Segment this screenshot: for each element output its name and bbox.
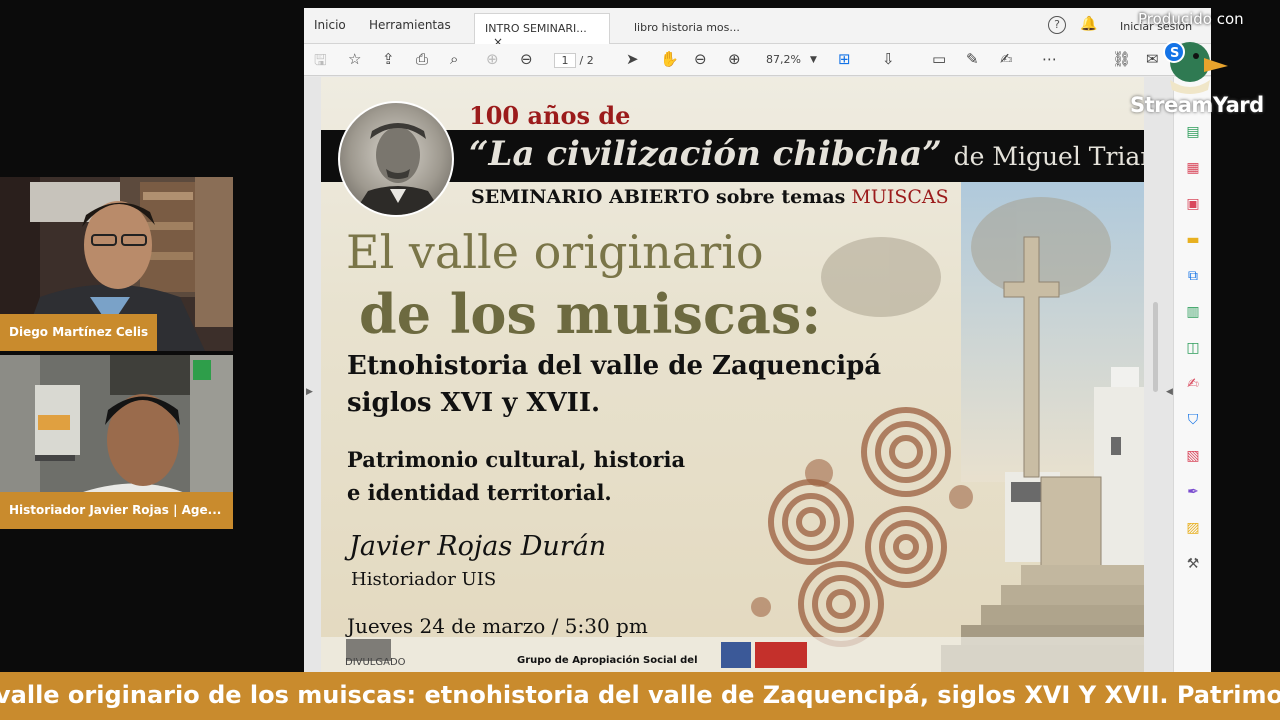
participant-tile-javier: Historiador Javier Rojas | Age...	[0, 355, 233, 529]
hand-tool-icon[interactable]: ✋	[660, 50, 679, 68]
link-icon[interactable]: ⛓	[1112, 50, 1131, 68]
mail-icon[interactable]: ✉	[1146, 50, 1159, 68]
anniversary-text: 100 años de	[469, 101, 631, 130]
star-icon[interactable]: ☆	[348, 50, 361, 68]
seminar-topic: MUISCAS	[851, 186, 949, 208]
upload-icon[interactable]: ⇪	[382, 50, 395, 68]
book-author: de Miguel Triana	[953, 142, 1144, 171]
combine-files-icon[interactable]: ⧉	[1184, 267, 1202, 285]
pdf-viewer-window: Inicio Herramientas INTRO SEMINARI... × …	[304, 8, 1211, 672]
title-line-2: de los muiscas:	[359, 282, 822, 346]
zoom-out-icon[interactable]: ⊖	[694, 50, 707, 68]
fill-sign-icon[interactable]: ✍	[1184, 375, 1202, 393]
scrollbar[interactable]	[1153, 302, 1158, 392]
protect-icon[interactable]: ⛉	[1184, 411, 1202, 429]
tab-intro-seminario[interactable]: INTRO SEMINARI... ×	[474, 13, 610, 49]
left-panel-handle-icon[interactable]: ▶	[306, 387, 313, 397]
participant-tile-diego: Diego Martínez Celis	[0, 177, 233, 351]
menubar: Inicio Herramientas INTRO SEMINARI... × …	[304, 8, 1211, 49]
export-pdf-icon[interactable]: ▤	[1184, 123, 1202, 141]
scan-ocr-icon[interactable]: ◫	[1184, 339, 1202, 357]
zoom-level[interactable]: 87,2%	[766, 53, 801, 66]
streamyard-brand-text: StreamYard	[1130, 93, 1264, 117]
help-icon[interactable]: ?	[1048, 16, 1066, 34]
page-current[interactable]: 1	[554, 53, 576, 68]
subtitle-line-1: Etnohistoria del valle de Zaquencipá	[347, 351, 882, 381]
produced-by-text: Producido con	[1138, 10, 1244, 28]
zoom-dropdown-icon[interactable]: ▼	[810, 55, 817, 65]
book-title: “La civilización chibcha”	[469, 134, 942, 174]
organize-pages-icon[interactable]: ▦	[1184, 159, 1202, 177]
speaker-role: Historiador UIS	[351, 569, 497, 590]
comment-tool-icon[interactable]: ▬	[1184, 231, 1202, 249]
right-panel-handle-icon[interactable]: ◀	[1166, 387, 1173, 397]
pointer-icon[interactable]: ➤	[626, 50, 639, 68]
title-line-1: El valle originario	[346, 225, 764, 279]
book-title-line: “La civilización chibcha” de Miguel Tria…	[469, 134, 1144, 174]
group-text: Grupo de Apropiación Social del	[517, 655, 698, 666]
seminar-prefix: SEMINARIO ABIERTO sobre temas	[471, 186, 846, 208]
theme-line-1: Patrimonio cultural, historia	[347, 447, 686, 472]
subtitle-line-2: siglos XVI y XVII.	[347, 388, 601, 418]
tab-libro-historia[interactable]: libro historia mos...	[624, 13, 764, 44]
page-up-icon[interactable]: ⊕	[486, 50, 499, 68]
theme-line-2: e identidad territorial.	[347, 480, 612, 505]
menu-herramientas[interactable]: Herramientas	[369, 18, 451, 32]
search-icon[interactable]: ⌕	[450, 50, 458, 68]
tab-label: INTRO SEMINARI...	[485, 22, 587, 35]
bell-icon[interactable]: 🔔	[1080, 16, 1097, 32]
compress-pdf-icon[interactable]: ▥	[1184, 303, 1202, 321]
seminar-line: SEMINARIO ABIERTO sobre temas MUISCAS	[471, 186, 949, 208]
sign-icon[interactable]: ✍	[1000, 50, 1013, 68]
toolbar: 🖫 ☆ ⇪ ⎙ ⌕ ⊕ ⊖ 1 / 2 ➤ ✋ ⊖ ⊕ 87,2% ▼ ⊞ ⇩ …	[304, 44, 1211, 76]
ticker-banner: valle originario de los muiscas: etnohis…	[0, 672, 1280, 720]
partial-logo-text: DIVULGADO	[345, 657, 406, 668]
svg-text:S: S	[1170, 46, 1179, 61]
send-review-icon[interactable]: ▨	[1184, 519, 1202, 537]
author-portrait	[338, 101, 454, 217]
comment-icon[interactable]: ▭	[932, 50, 946, 68]
page-number-box[interactable]: 1 / 2	[554, 53, 594, 68]
print-icon[interactable]: ⎙	[416, 50, 428, 68]
page-down-icon[interactable]: ⊖	[520, 50, 533, 68]
menu-inicio[interactable]: Inicio	[314, 18, 346, 32]
more-tools-icon[interactable]: ⚒	[1184, 555, 1202, 573]
document-area[interactable]: ▶ ◀ 100 años de “La civilización chibcha…	[304, 77, 1173, 672]
pen-icon[interactable]: ✎	[966, 50, 979, 68]
redact-icon[interactable]: ▧	[1184, 447, 1202, 465]
page-total: / 2	[579, 54, 594, 67]
speaker-name: Javier Rojas Durán	[349, 531, 607, 562]
participant-name: Diego Martínez Celis	[0, 314, 158, 351]
participant-name: Historiador Javier Rojas | Age...	[0, 492, 233, 529]
more-icon[interactable]: ⋯	[1042, 50, 1057, 68]
tab-label: libro historia mos...	[634, 21, 740, 34]
request-signature-icon[interactable]: ✒	[1184, 483, 1202, 501]
fit-page-icon[interactable]: ⊞	[838, 50, 851, 68]
create-pdf-icon[interactable]: ▣	[1184, 195, 1202, 213]
ticker-text: valle originario de los muiscas: etnohis…	[0, 681, 1280, 709]
tools-sidebar: ▤ ▦ ▣ ▬ ⧉ ▥ ◫ ✍ ⛉ ▧ ✒ ▨ ⚒	[1173, 77, 1211, 672]
event-date: Jueves 24 de marzo / 5:30 pm	[347, 614, 648, 638]
zoom-in-icon[interactable]: ⊕	[728, 50, 741, 68]
save-icon[interactable]: 🖫	[314, 50, 327, 75]
streamyard-duck-logo: S	[1163, 41, 1228, 94]
scroll-mode-icon[interactable]: ⇩	[882, 50, 895, 68]
pdf-page: 100 años de “La civilización chibcha” de…	[321, 77, 1144, 672]
